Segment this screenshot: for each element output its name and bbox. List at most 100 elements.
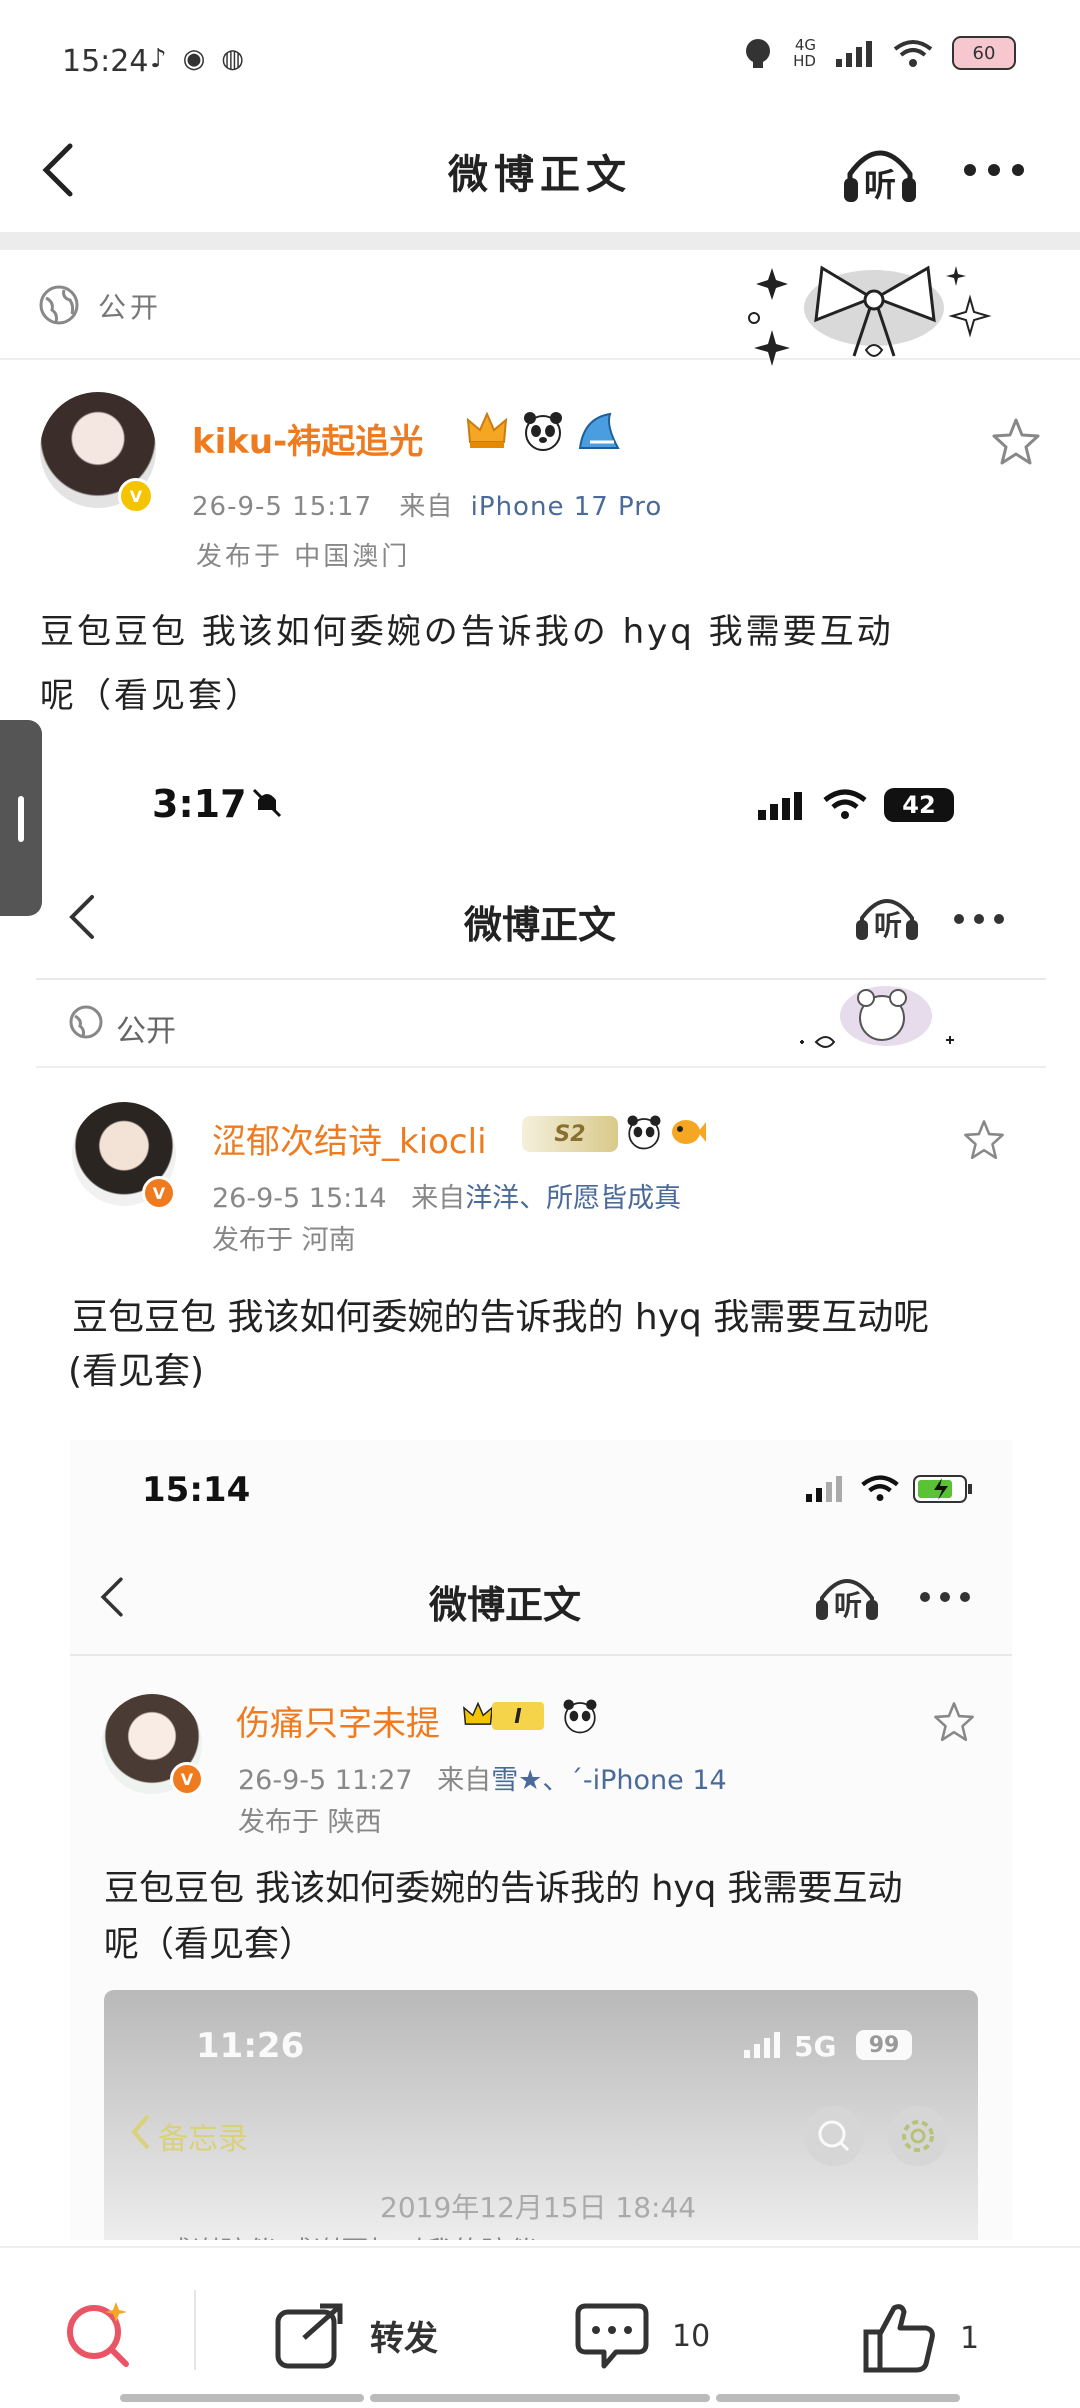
like-count: 1 — [960, 2320, 980, 2356]
post-date: 26-9-5 15:17 — [192, 492, 373, 522]
side-scroll-handle[interactable] — [0, 720, 42, 916]
signal-icon — [836, 41, 872, 67]
shot3-signal-icon — [744, 2032, 780, 2058]
crown-badge-icon — [466, 411, 508, 448]
shot2-divider — [70, 1654, 1012, 1656]
battery-indicator: 60 — [952, 36, 1016, 70]
bottom-separator — [194, 2290, 196, 2370]
shot2-location: 发布于 陕西 — [238, 1807, 382, 1838]
shot1-signal-icon — [758, 792, 802, 820]
shot1-listen-label: 听 — [874, 909, 903, 942]
repost-button[interactable]: 转发 — [274, 2300, 438, 2370]
shot2-meta: 26-9-5 11:27 来自雪★、ˊ-iPhone 14 — [238, 1758, 727, 1797]
network-sub: HD — [793, 52, 816, 70]
shot1-globe-icon — [69, 1005, 103, 1039]
shot1-text-line-1: 豆包豆包 我该如何委婉的告诉我的 hyq 我需要互动呢 — [72, 1297, 930, 1338]
shot1-source: 洋洋 — [465, 1183, 520, 1214]
shot2-panda-icon — [563, 1699, 597, 1734]
shot1-verified-icon: V — [142, 1176, 176, 1210]
shot3-back-icon — [131, 2114, 150, 2150]
shot3-settings-icon — [888, 2106, 948, 2166]
wifi-icon — [893, 40, 933, 67]
panda-badge-icon — [524, 412, 562, 451]
shot3-status-time: 11:26 — [196, 2026, 305, 2066]
status-time: 15:24 — [62, 44, 149, 79]
shot2-wifi-icon — [861, 1475, 899, 1502]
username[interactable]: kiku-袆起追光 — [192, 414, 423, 463]
shot1-listen-icon: 听 — [852, 888, 922, 946]
bow-sticker-icon — [748, 265, 992, 366]
nav-indicator-left — [120, 2394, 364, 2402]
post-text-line-2: 呢（看见套） — [40, 676, 262, 716]
shot3-network: 5G — [794, 2030, 837, 2063]
shot1-source-prefix: 来自 — [411, 1183, 466, 1214]
shot2-text-line-2: 呢（看见套） — [104, 1925, 315, 1965]
shot3-search-icon — [804, 2106, 864, 2166]
shot1-meta: 26-9-5 15:14 来自洋洋、所愿皆成真 — [212, 1176, 681, 1215]
shark-badge-icon — [578, 412, 620, 449]
bottom-action-bar: 转发 10 1 — [0, 2246, 1080, 2408]
shot2-listen-label: 听 — [834, 1589, 863, 1622]
shot3-back-label: 备忘录 — [158, 2122, 248, 2157]
globe-icon — [39, 285, 79, 325]
post-meta: 26-9-5 15:17 来自 iPhone 17 Pro — [192, 486, 662, 523]
nav-indicator-center — [370, 2394, 710, 2402]
shot1-level-badge: S2 — [522, 1116, 618, 1152]
embedded-screenshot-3[interactable]: 11:26 5G 99 备忘录 2019年12月15日 18:44 感谢陪伴 感… — [104, 1990, 978, 2240]
comment-icon — [575, 2303, 649, 2369]
user-badges — [464, 408, 622, 454]
shot2-level-text: I — [492, 1702, 544, 1730]
nav-indicator-right — [716, 2394, 960, 2402]
shot2-level-badge: I — [460, 1698, 554, 1734]
shot2-title: 微博正文 — [428, 1583, 581, 1627]
post-text-line-1: 豆包豆包 我该如何委婉の告诉我の hyq 我需要互动 — [40, 612, 894, 652]
shot2-crown-icon — [463, 1701, 493, 1725]
shot1-star-icon — [964, 1120, 1004, 1160]
listen-label: 听 — [864, 166, 897, 204]
shot2-listen-icon: 听 — [812, 1568, 882, 1626]
shot2-star-icon — [934, 1702, 974, 1742]
shot1-source-suffix: 、所愿皆成真 — [519, 1183, 682, 1214]
header-divider — [0, 232, 1080, 250]
shot2-verified-icon: V — [170, 1762, 204, 1796]
post-source[interactable]: iPhone 17 Pro — [471, 492, 663, 522]
shot3-battery: 99 — [856, 2030, 912, 2060]
shot3-partial-text: 感谢陪伴 感谢回忆时我的陪伴 — [164, 2230, 537, 2240]
shot1-more-icon — [954, 914, 1004, 924]
repost-icon — [275, 2303, 343, 2369]
status-bar: 15:24 ♪ ◉ ◍ 4G HD 60 — [0, 0, 1080, 120]
network-indicator: 4G HD — [793, 37, 816, 69]
page-header: 微博正文 听 — [0, 120, 1080, 230]
shot1-wifi-icon — [823, 789, 867, 819]
shot2-more-icon — [920, 1592, 970, 1602]
network-type: 4G — [794, 36, 816, 54]
shot2-date: 26-9-5 11:27 — [238, 1765, 413, 1796]
favorite-star-icon[interactable] — [990, 416, 1042, 468]
shot1-bear-sticker-icon — [800, 986, 954, 1048]
shot1-fish-icon — [672, 1120, 706, 1144]
notification-icons: ♪ ◉ ◍ — [150, 44, 244, 74]
shot2-battery-charging-icon — [913, 1475, 972, 1503]
shot1-visibility: 公开 — [116, 1014, 176, 1049]
weibo-notification-icon: ◉ — [182, 44, 206, 74]
like-button[interactable]: 1 — [860, 2300, 979, 2376]
shot2-source-prefix: 来自 — [437, 1765, 492, 1796]
comment-count: 10 — [672, 2318, 711, 2354]
search-icon — [67, 2302, 129, 2367]
shot1-status-time: 3:17 — [152, 782, 247, 826]
listen-button[interactable]: 听 — [838, 138, 922, 210]
shot2-username: 伤痛只字未提 — [236, 1704, 440, 1744]
comment-button[interactable]: 10 — [574, 2300, 710, 2372]
shot3-date-line: 2019年12月15日 18:44 — [380, 2191, 697, 2224]
shot2-status-time: 15:14 — [142, 1470, 251, 1510]
visibility-label: 公开 — [98, 291, 163, 324]
thumbs-up-icon — [863, 2304, 935, 2373]
wechat-notification-icon: ◍ — [221, 44, 244, 74]
source-prefix: 来自 — [399, 492, 454, 522]
post-location: 发布于 中国澳门 — [196, 542, 411, 572]
shot1-text-line-2: (看见套) — [68, 1351, 205, 1392]
search-button[interactable] — [60, 2296, 136, 2372]
more-options-icon[interactable] — [964, 164, 1024, 176]
shot1-panda-icon — [627, 1115, 661, 1150]
music-notification-icon: ♪ — [150, 44, 167, 74]
